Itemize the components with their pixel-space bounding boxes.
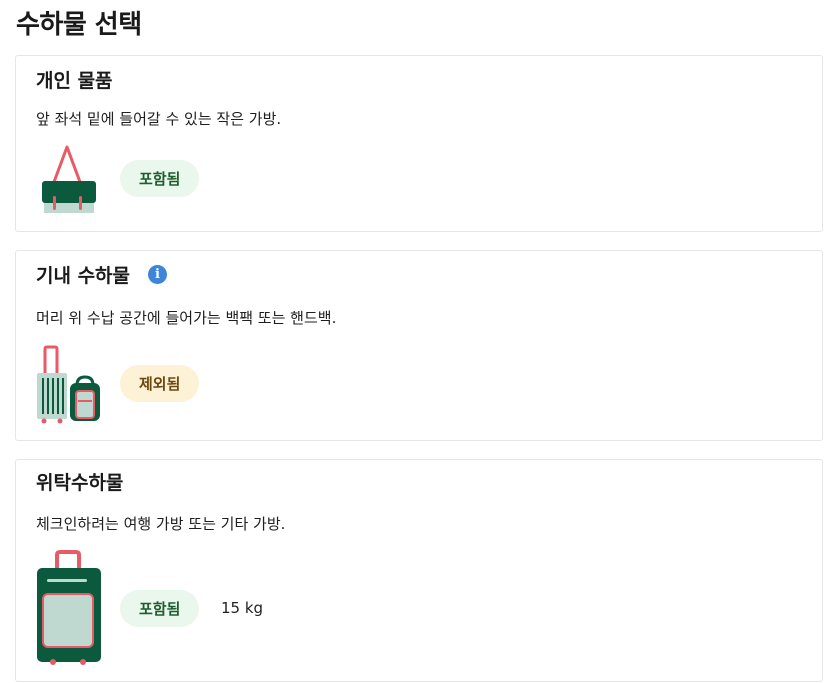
- carry-on-title: 기내 수하물: [36, 265, 131, 287]
- checked-bag-description: 체크인하려는 여행 가방 또는 기타 가방.: [36, 515, 286, 533]
- suitcase-backpack-icon: [37, 345, 100, 424]
- checked-bag-weight: 15 kg: [221, 599, 264, 617]
- checked-bag-card: 위탁수하물 체크인하려는 여행 가방 또는 기타 가방. 포함됨 15 kg: [15, 459, 823, 682]
- carry-on-card: 기내 수하물 i 머리 위 수납 공간에 들어가는 백팩 또는 핸드백. 제외됨: [15, 250, 823, 441]
- checked-bag-status-badge: 포함됨: [120, 590, 200, 627]
- carry-on-title-row: 기내 수하물 i: [36, 261, 168, 288]
- large-suitcase-icon: [37, 550, 101, 665]
- personal-item-description: 앞 좌석 밑에 들어갈 수 있는 작은 가방.: [36, 110, 282, 128]
- personal-item-title: 개인 물품: [36, 70, 113, 92]
- page-title: 수하물 선택: [16, 10, 142, 40]
- tote-bag-icon: [42, 145, 96, 213]
- carry-on-status-badge: 제외됨: [120, 365, 200, 402]
- checked-bag-title: 위탁수하물: [36, 472, 124, 494]
- info-icon[interactable]: i: [148, 265, 168, 284]
- carry-on-description: 머리 위 수납 공간에 들어가는 백팩 또는 핸드백.: [36, 309, 337, 327]
- personal-item-card: 개인 물품 앞 좌석 밑에 들어갈 수 있는 작은 가방. 포함됨: [15, 55, 823, 232]
- personal-item-status-badge: 포함됨: [120, 160, 200, 197]
